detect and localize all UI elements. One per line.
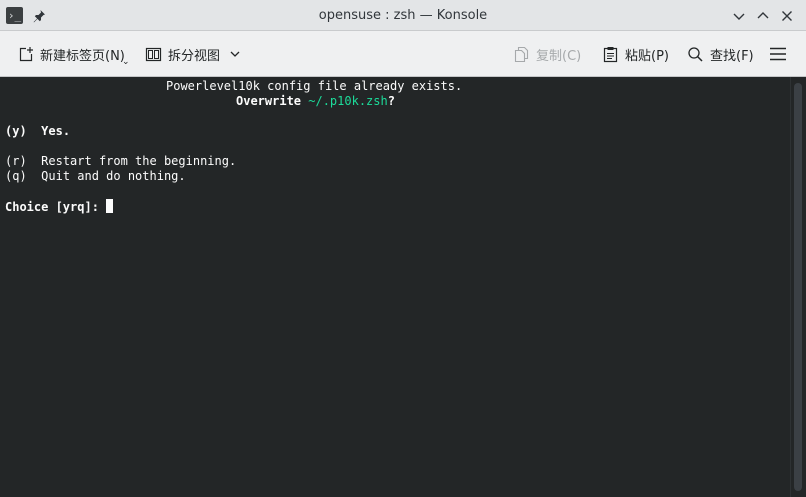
menu-button[interactable] xyxy=(769,31,787,77)
toolbar: 新建标签页(N) ⌄ 拆分视图 复制(C) 粘贴(P) 查找(F) xyxy=(0,31,806,77)
scrollbar-thumb[interactable] xyxy=(794,83,802,491)
chevron-down-icon[interactable]: ⌄ xyxy=(122,57,130,67)
split-view-icon xyxy=(145,47,162,61)
terminal-icon[interactable]: ›_ xyxy=(6,7,23,24)
choice-prompt: Choice [yrq]: xyxy=(5,199,114,214)
option-yes: (y) Yes. xyxy=(5,124,70,139)
window-title: opensuse : zsh — Konsole xyxy=(318,8,488,23)
vertical-scrollbar[interactable] xyxy=(790,77,806,497)
config-path: ~/.p10k.zsh xyxy=(308,94,388,108)
text-cursor xyxy=(106,199,114,213)
option-key: (r) xyxy=(5,154,27,168)
terminal-line: Powerlevel10k config file already exists… xyxy=(166,79,463,93)
prompt-text: Choice [yrq]: xyxy=(5,200,107,214)
split-view-label: 拆分视图 xyxy=(168,48,221,64)
overwrite-text: Overwrite xyxy=(236,94,309,108)
question-mark: ? xyxy=(387,94,395,108)
new-tab-button[interactable]: 新建标签页(N) xyxy=(17,31,125,77)
chevron-down-icon[interactable] xyxy=(229,48,241,60)
split-view-button[interactable]: 拆分视图 xyxy=(145,31,241,77)
new-tab-icon xyxy=(19,46,33,61)
copy-label: 复制(C) xyxy=(536,48,582,64)
paste-label: 粘贴(P) xyxy=(625,48,669,64)
option-text: Restart from the beginning. xyxy=(41,154,237,168)
close-icon[interactable] xyxy=(779,8,795,24)
new-tab-label: 新建标签页(N) xyxy=(40,48,125,64)
paste-button[interactable]: 粘贴(P) xyxy=(602,31,669,77)
terminal-line: Overwrite ~/.p10k.zsh? xyxy=(236,94,395,109)
option-quit: (q) Quit and do nothing. xyxy=(5,169,186,184)
find-label: 查找(F) xyxy=(710,48,754,64)
chevron-down-icon[interactable] xyxy=(731,8,747,24)
copy-icon xyxy=(514,46,529,62)
terminal-view[interactable]: Powerlevel10k config file already exists… xyxy=(0,77,790,497)
copy-button[interactable]: 复制(C) xyxy=(513,31,581,77)
option-restart: (r) Restart from the beginning. xyxy=(5,154,236,169)
pin-icon[interactable] xyxy=(31,8,47,24)
chevron-up-icon[interactable] xyxy=(755,8,771,24)
window-titlebar[interactable]: ›_ opensuse : zsh — Konsole xyxy=(0,0,806,31)
option-key: (q) xyxy=(5,169,27,183)
find-button[interactable]: 查找(F) xyxy=(687,31,754,77)
search-icon xyxy=(688,46,703,62)
option-text: Quit and do nothing. xyxy=(41,169,186,183)
paste-icon xyxy=(603,46,618,62)
hamburger-menu-icon xyxy=(770,47,786,61)
option-text: Yes. xyxy=(41,124,71,138)
option-key: (y) xyxy=(5,124,27,138)
